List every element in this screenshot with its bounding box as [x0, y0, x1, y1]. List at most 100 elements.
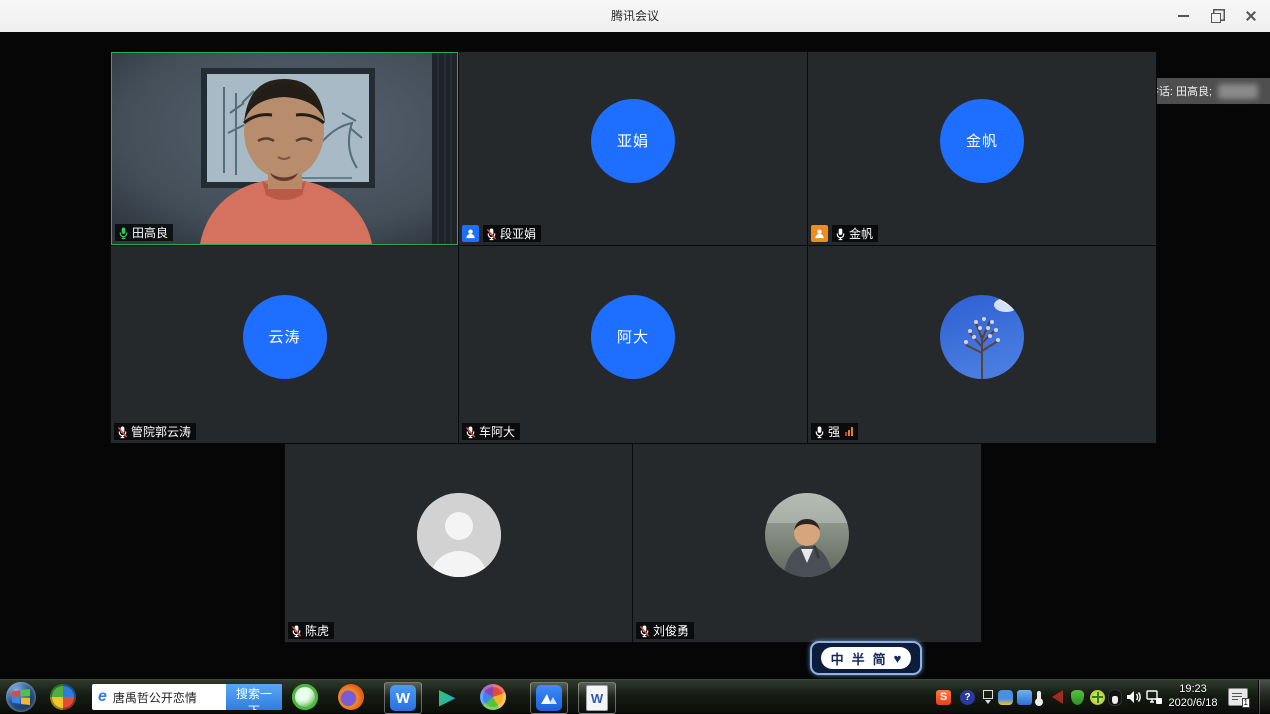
participant-tile-tiangaoliang[interactable]: 田高良	[111, 52, 458, 245]
participant-name: 管院郭云涛	[131, 423, 191, 440]
participant-tile-qiang[interactable]: 强	[808, 246, 1156, 443]
tray-red-app[interactable]	[1052, 680, 1063, 714]
mic-muted-icon	[639, 624, 650, 638]
pinned-app-tencent-video[interactable]: ▶	[434, 680, 460, 714]
avatar-default-person	[417, 493, 501, 577]
participant-tile-jinfan[interactable]: 金帆 金帆	[808, 52, 1156, 245]
avatar-photo-tree	[940, 295, 1024, 379]
participant-name: 刘俊勇	[653, 622, 689, 639]
shield-icon	[1071, 690, 1084, 705]
taskbar-clock[interactable]: 19:23 2020/6/18	[1163, 680, 1223, 714]
question-icon: ?	[960, 690, 975, 705]
firefox-icon	[338, 684, 364, 710]
participant-tile-cheada[interactable]: 阿大 车阿大	[459, 246, 807, 443]
avatar-initials: 云涛	[268, 326, 300, 347]
participant-name-tag: 管院郭云涛	[114, 423, 196, 440]
windows-logo-icon	[6, 682, 36, 712]
mic-muted-icon	[117, 425, 128, 439]
penguin-icon	[1109, 690, 1121, 705]
tray-temperature-monitor[interactable]	[1037, 680, 1041, 714]
tray-network[interactable]	[1146, 680, 1163, 714]
running-app-tencent-meeting[interactable]	[530, 682, 568, 714]
participant-tile-guoyuntao[interactable]: 云涛 管院郭云涛	[111, 246, 458, 443]
tray-language-notes[interactable]: 1	[1228, 680, 1248, 714]
notes-icon: 1	[1228, 688, 1248, 706]
mic-on-icon	[835, 227, 846, 241]
avatar: 阿大	[591, 295, 675, 379]
running-app-word[interactable]: W	[578, 682, 616, 714]
taskbar-search-widget[interactable]: e 搜索一下	[92, 684, 282, 710]
pinned-app-firefox[interactable]	[338, 680, 364, 714]
ime-mode-chinese[interactable]: 中	[831, 649, 844, 668]
green-browser-icon	[292, 684, 318, 710]
tray-hidden-icons-expander[interactable]	[983, 680, 993, 714]
window-title: 腾讯会议	[0, 0, 1270, 32]
participant-name: 车阿大	[479, 423, 515, 440]
participant-name-tag: 刘俊勇	[636, 622, 694, 639]
tray-antivirus[interactable]	[1090, 680, 1105, 714]
restore-button[interactable]	[1204, 5, 1230, 27]
ime-toolbar[interactable]: 中 半 简 ♥	[810, 641, 922, 675]
participant-tile-duanyajuan[interactable]: 亚娟 段亚娟	[459, 52, 807, 245]
minimize-button[interactable]	[1170, 5, 1196, 27]
tray-volume[interactable]	[1126, 680, 1142, 714]
tray-security-shield[interactable]	[1071, 680, 1084, 714]
participant-tile-chenhu[interactable]: 陈虎	[285, 444, 632, 642]
tray-cloud-app[interactable]	[1017, 680, 1032, 714]
colorful-browser-icon	[480, 684, 506, 710]
avatar: 金帆	[940, 99, 1024, 183]
expander-icon	[983, 690, 993, 704]
avatar: 云涛	[243, 295, 327, 379]
word-document-icon: W	[586, 685, 608, 711]
antivirus-cross-icon	[1090, 690, 1105, 705]
search-input[interactable]	[111, 689, 226, 705]
pinned-app-pinwheel-browser[interactable]	[50, 680, 76, 714]
tencent-meeting-icon	[536, 685, 562, 711]
avatar-initials: 阿大	[617, 326, 649, 347]
clock-date: 2020/6/18	[1169, 697, 1218, 711]
start-button[interactable]	[6, 680, 36, 714]
speaker-icon	[1126, 690, 1142, 704]
tencent-video-play-icon: ▶	[434, 684, 460, 710]
pinned-app-green-browser[interactable]	[292, 680, 318, 714]
avatar-initials: 金帆	[966, 130, 998, 151]
ime-status-pill: 中 半 简 ♥	[821, 647, 912, 669]
mic-on-speaking-icon	[118, 226, 129, 240]
sogou-icon: S	[936, 690, 951, 705]
tray-help[interactable]: ?	[960, 680, 975, 714]
tray-qq[interactable]	[998, 680, 1013, 714]
pinned-app-colorful-browser[interactable]	[480, 680, 506, 714]
heart-icon[interactable]: ♥	[894, 651, 902, 666]
participant-name-tag: 段亚娟	[483, 225, 541, 242]
participant-name: 田高良	[132, 224, 168, 241]
notes-badge: 1	[1242, 698, 1250, 708]
close-button[interactable]	[1238, 5, 1264, 27]
window-titlebar: 腾讯会议	[0, 0, 1270, 33]
show-desktop-button[interactable]	[1258, 680, 1270, 714]
mic-muted-icon	[465, 425, 476, 439]
internet-explorer-icon: e	[98, 688, 107, 706]
blurred-name	[1218, 84, 1258, 99]
network-signal-icon	[845, 427, 853, 436]
meeting-stage: 正在讲话: 田高良;	[0, 32, 1270, 679]
tray-sogou[interactable]: S	[936, 680, 951, 714]
clock-time: 19:23	[1169, 683, 1218, 697]
red-triangle-icon	[1052, 690, 1063, 704]
windows-taskbar: e 搜索一下 W ▶ W S ?	[0, 679, 1270, 713]
participant-tile-liujunyong[interactable]: 刘俊勇	[633, 444, 981, 642]
wps-office-icon: W	[390, 685, 416, 711]
pinwheel-browser-icon	[50, 684, 76, 710]
ime-simplified[interactable]: 简	[873, 649, 886, 668]
participant-name-tag: 金帆	[832, 225, 878, 242]
search-button[interactable]: 搜索一下	[226, 684, 282, 710]
video-feed	[112, 53, 457, 244]
mic-on-icon	[814, 425, 825, 439]
participant-name: 段亚娟	[500, 225, 536, 242]
tray-qq-penguin[interactable]	[1109, 680, 1121, 714]
running-app-wps[interactable]: W	[384, 682, 422, 714]
participant-name: 金帆	[849, 225, 873, 242]
profile-badge-icon	[462, 225, 479, 242]
mic-muted-icon	[291, 624, 302, 638]
participant-name-tag: 强	[811, 423, 858, 440]
ime-halfwidth[interactable]: 半	[852, 649, 865, 668]
